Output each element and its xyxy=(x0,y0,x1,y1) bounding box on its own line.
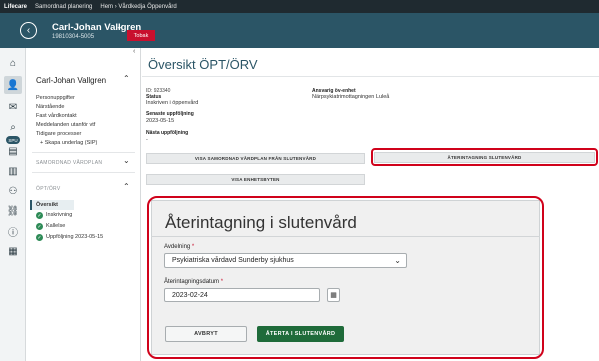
collapse-panel-icon[interactable]: ‹ xyxy=(133,48,141,56)
highlight-annotation xyxy=(147,196,544,359)
create-label: Skapa underlag (SIP) xyxy=(44,140,98,146)
tab-samordnad-planering[interactable]: Samordnad planering xyxy=(35,4,92,10)
side-panel: Carl-Johan Vallgren ⌃ Personuppgifter Nä… xyxy=(26,48,141,361)
next-followup-label: Nästa uppföljning xyxy=(146,130,189,136)
help-icon[interactable]: ⓘ xyxy=(6,224,20,239)
chevron-down-icon[interactable]: ⌄ xyxy=(123,156,130,165)
home-icon[interactable]: ⌂ xyxy=(6,56,20,70)
sidebar-item-oversikt[interactable]: Översikt xyxy=(36,202,58,208)
chevron-up-icon[interactable]: ⌃ xyxy=(123,182,130,191)
divider xyxy=(32,152,135,153)
brand-logo: Lifecare xyxy=(4,3,28,10)
top-bar: Lifecare Samordnad planering Hem › Vårdk… xyxy=(0,0,599,13)
person-icon[interactable]: 👤 xyxy=(4,76,22,94)
inbox-icon[interactable]: ✉ xyxy=(6,100,20,114)
last-followup-label: Senaste uppföljning xyxy=(146,111,194,117)
sidebar-step-inskrivning[interactable]: Inskrivning xyxy=(46,212,72,218)
section-samordnad-vardplan[interactable]: SAMORDNAD VÅRDPLAN xyxy=(36,160,102,166)
chevron-up-icon[interactable]: ⌃ xyxy=(123,74,130,83)
breadcrumb[interactable]: Hem › Vårdkedja Öppenvård xyxy=(100,4,176,10)
last-followup-value: 2023-05-15 xyxy=(146,118,175,124)
sidebar-step-uppfoljning[interactable]: Uppföljning 2023-05-15 xyxy=(46,234,103,240)
highlight-annotation xyxy=(371,148,598,166)
sidebar-item-tidigare-processer[interactable]: Tidigare processer xyxy=(36,131,81,137)
divider xyxy=(142,76,599,77)
calendar-icon[interactable]: ▦ xyxy=(6,244,20,258)
group-icon[interactable]: ⚇ xyxy=(6,184,20,198)
document-icon[interactable]: ▥ xyxy=(6,164,20,178)
sidebar-step-kallelse[interactable]: Kallelse xyxy=(46,223,65,229)
chevron-down-icon[interactable]: ⌄ xyxy=(116,22,123,31)
chevron-left-icon: ‹ xyxy=(26,24,31,36)
status-value: Inskriven i öppenvård xyxy=(146,100,199,106)
show-care-plan-button[interactable]: VISA SAMORDNAD VÅRDPLAN FRÅN SLUTENVÅRD xyxy=(146,153,365,164)
back-button[interactable]: ‹ xyxy=(20,22,37,39)
sidebar-item-skapa-underlag[interactable]: + Skapa underlag (SIP) xyxy=(40,140,97,146)
sidebar-item-narstaende[interactable]: Närstående xyxy=(36,104,64,110)
page-title: Översikt ÖPT/ÖRV xyxy=(148,57,258,72)
next-followup-value: - xyxy=(146,137,148,143)
check-icon: ✓ xyxy=(36,212,43,219)
sidebar-item-meddelanden[interactable]: Meddelanden utanför vtf xyxy=(36,122,95,128)
spu-badge[interactable]: SPU xyxy=(6,136,20,144)
icon-bar: ⌂ 👤 ✉ ⌕ SPU ▤ ▥ ⚇ ⛓ ⓘ ▦ xyxy=(0,48,26,361)
link-icon[interactable]: ⛓ xyxy=(6,204,20,218)
check-icon: ✓ xyxy=(36,234,43,241)
patient-header: ‹ Carl-Johan Vallgren ⌄ 19810304-5005 To… xyxy=(0,13,599,48)
patient-id: 19810304-5005 xyxy=(52,34,95,40)
divider xyxy=(32,172,135,173)
section-opt-orv[interactable]: ÖPT/ÖRV xyxy=(36,186,61,192)
responsible-value: Närpsykiatrimottagningen Luleå xyxy=(312,94,390,100)
sidebar-item-fast-vardkontakt[interactable]: Fast vårdkontakt xyxy=(36,113,77,119)
sidebar-patient-name: Carl-Johan Vallgren xyxy=(36,76,107,85)
warning-flag[interactable]: Tobak xyxy=(127,30,155,41)
search-icon[interactable]: ⌕ xyxy=(6,120,20,134)
sidebar-item-personuppgifter[interactable]: Personuppgifter xyxy=(36,95,75,101)
show-unit-changes-button[interactable]: VISA ENHETSBYTEN xyxy=(146,174,365,185)
cart-icon[interactable]: ▤ xyxy=(6,144,20,158)
check-icon: ✓ xyxy=(36,223,43,230)
